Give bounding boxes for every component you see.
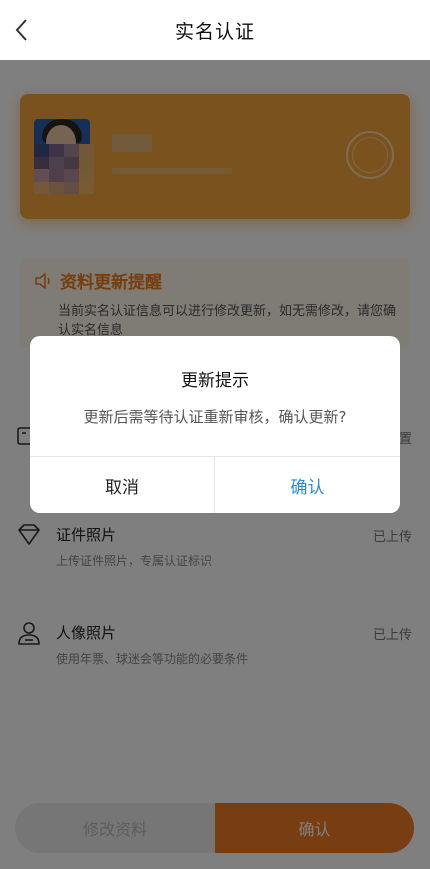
- ok-button[interactable]: 确认: [215, 457, 400, 513]
- update-dialog: 更新提示 更新后需等待认证重新审核，确认更新? 取消 确认: [30, 336, 400, 513]
- page-title: 实名认证: [174, 20, 255, 43]
- cancel-button[interactable]: 取消: [30, 457, 215, 513]
- dialog-actions: 取消 确认: [30, 456, 400, 513]
- nav-bar: 实名认证: [0, 0, 430, 60]
- chevron-left-icon: [15, 19, 27, 41]
- dialog-message: 更新后需等待认证重新审核，确认更新?: [83, 408, 347, 426]
- back-button[interactable]: [10, 18, 34, 42]
- dialog-title: 更新提示: [181, 371, 249, 391]
